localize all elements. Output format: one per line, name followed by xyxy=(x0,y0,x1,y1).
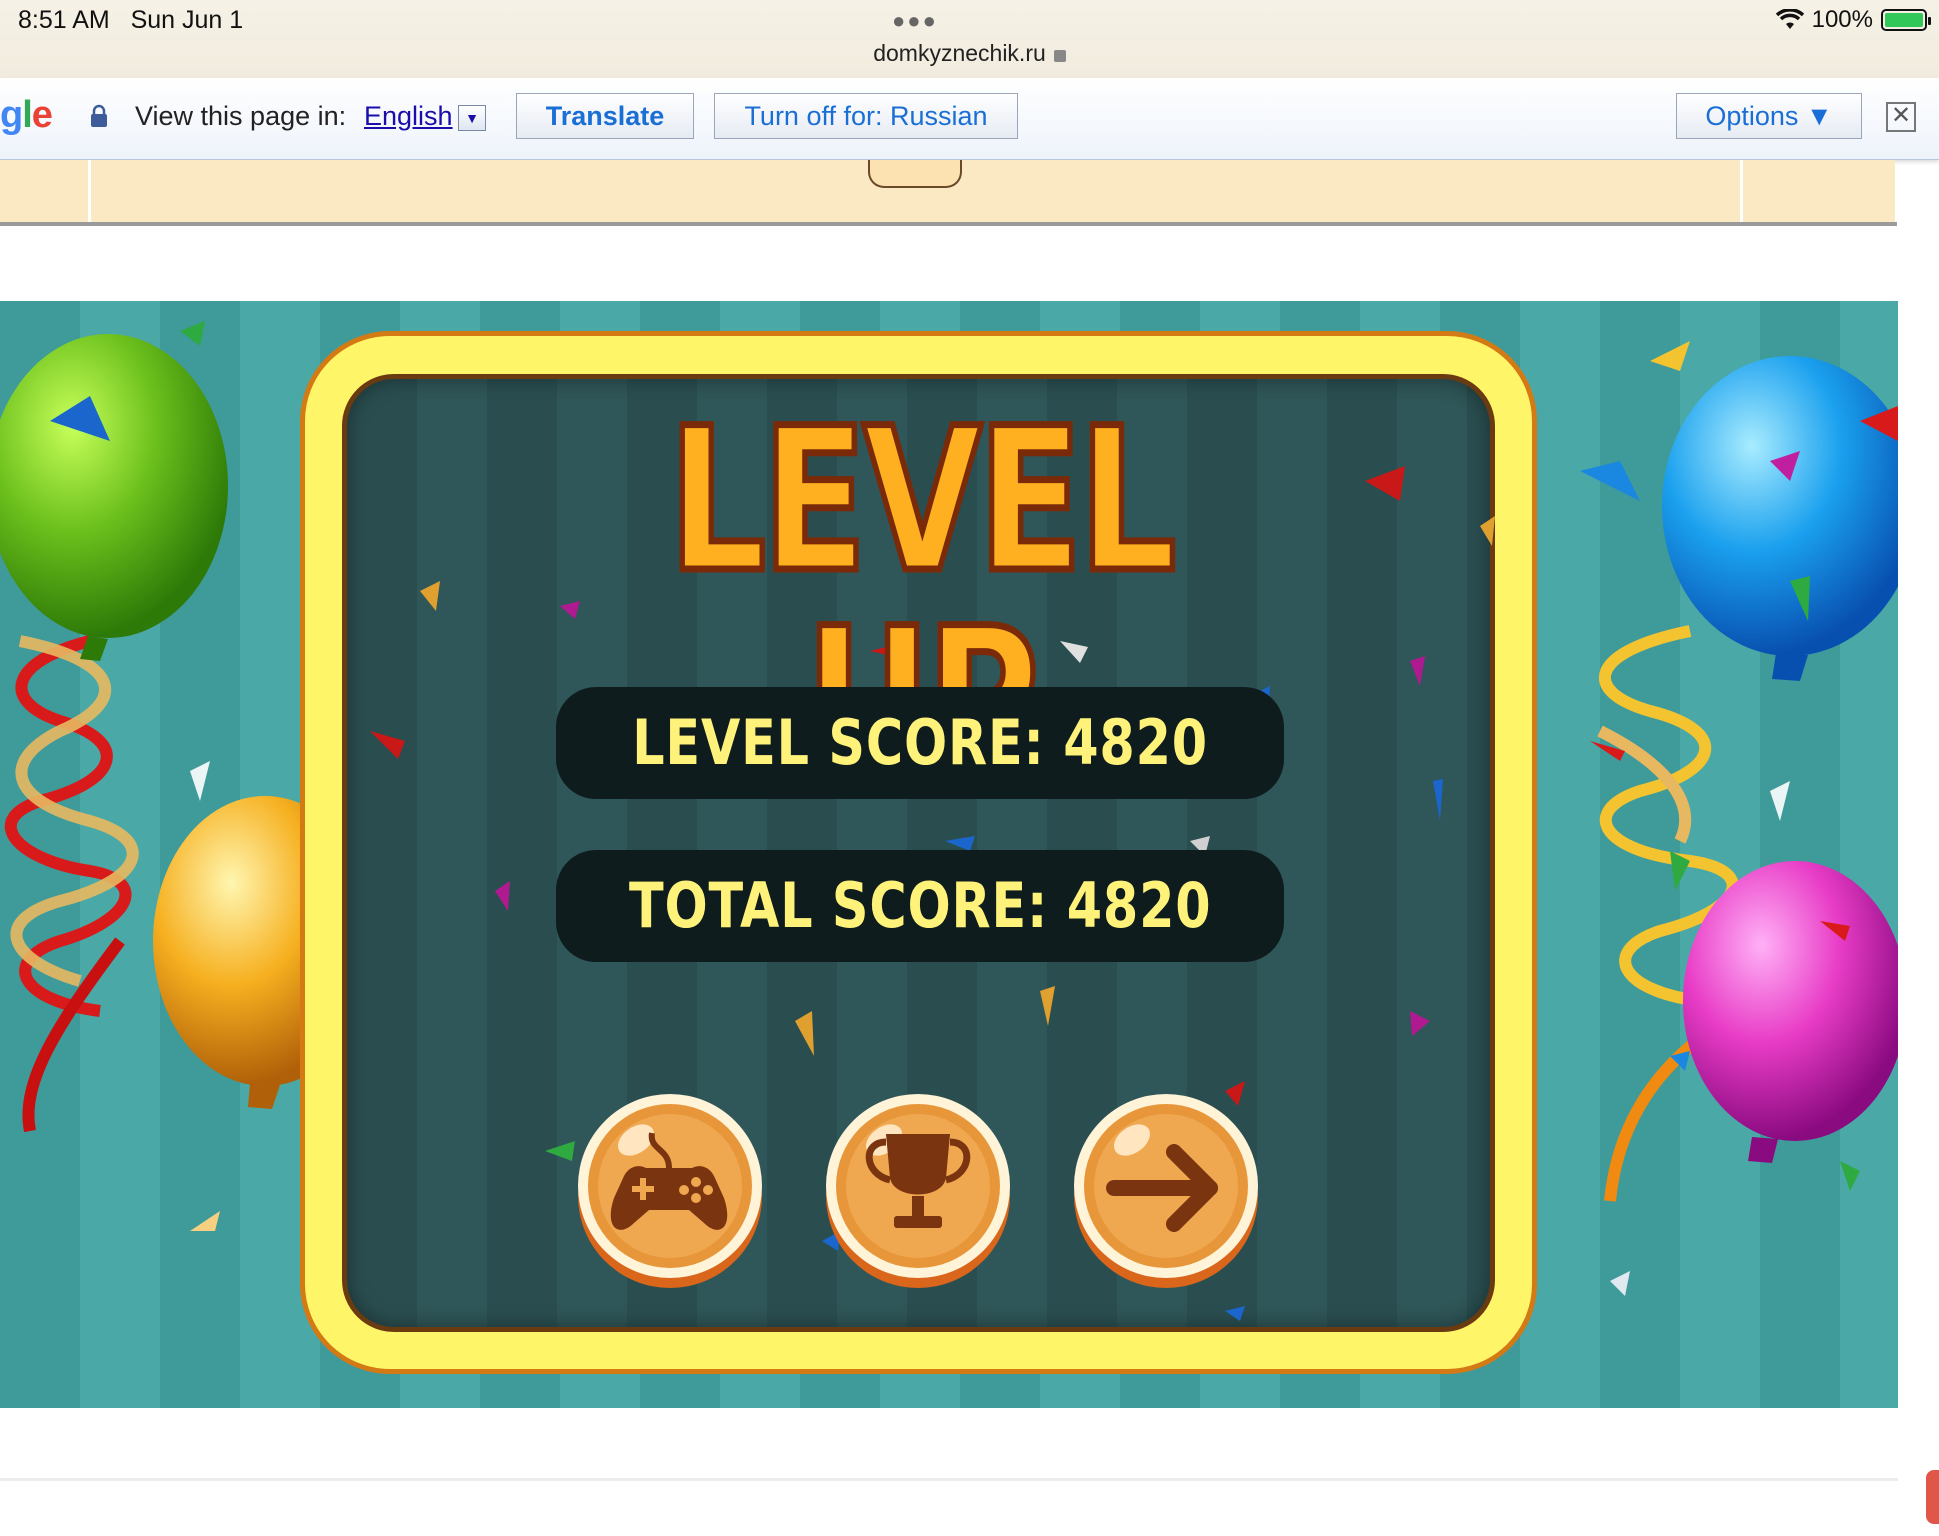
view-page-label: View this page in: xyxy=(135,101,347,131)
play-button[interactable] xyxy=(574,1088,766,1288)
status-time: 8:51 AM xyxy=(18,6,110,34)
lock-icon xyxy=(1053,50,1066,62)
address-bar[interactable]: domkyznechik.ru xyxy=(0,40,1939,67)
leaderboard-button[interactable] xyxy=(822,1088,1014,1288)
translate-button[interactable]: Translate xyxy=(516,93,694,139)
turn-off-button[interactable]: Turn off for: Russian xyxy=(714,93,1018,139)
divider xyxy=(0,1478,1898,1481)
level-score-text: LEVEL SCORE: 4820 xyxy=(632,706,1208,779)
status-bar: 8:51 AM Sun Jun 1 ●●● domkyznechik.ru 10… xyxy=(0,0,1939,78)
status-date: Sun Jun 1 xyxy=(130,6,244,34)
chevron-down-icon[interactable]: ▼ xyxy=(458,105,486,131)
close-icon[interactable]: ✕ xyxy=(1886,102,1916,132)
battery-percent: 100% xyxy=(1811,6,1873,33)
header-tab[interactable] xyxy=(868,160,962,188)
language-select[interactable]: English xyxy=(364,101,453,132)
total-score-text: TOTAL SCORE: 4820 xyxy=(628,869,1212,942)
level-score: LEVEL SCORE: 4820 xyxy=(556,687,1284,799)
level-up-title: LEVEL UP xyxy=(665,385,1179,804)
divider xyxy=(0,222,1897,226)
status-indicators: 100% xyxy=(1775,6,1931,34)
more-dots-icon[interactable]: ●●● xyxy=(892,8,938,34)
lock-icon xyxy=(91,104,107,127)
screen: { "status_bar": { "time": "8:51 AM", "da… xyxy=(0,0,1939,1536)
translate-bar: gle View this page in: English ▼ Transla… xyxy=(0,78,1939,160)
total-score: TOTAL SCORE: 4820 xyxy=(556,850,1284,962)
status-time-date: 8:51 AM Sun Jun 1 xyxy=(18,6,243,35)
google-logo: gle xyxy=(0,94,53,136)
side-tab[interactable] xyxy=(1926,1470,1939,1524)
url-text: domkyznechik.ru xyxy=(873,40,1046,66)
wifi-icon xyxy=(1775,9,1804,29)
next-level-button[interactable] xyxy=(1070,1088,1262,1288)
options-button[interactable]: Options ▼ xyxy=(1676,93,1862,139)
game-canvas[interactable]: LEVEL UP LEVEL SCORE: 4820 TOTAL SCORE: … xyxy=(0,301,1898,1408)
battery-icon xyxy=(1881,9,1931,31)
